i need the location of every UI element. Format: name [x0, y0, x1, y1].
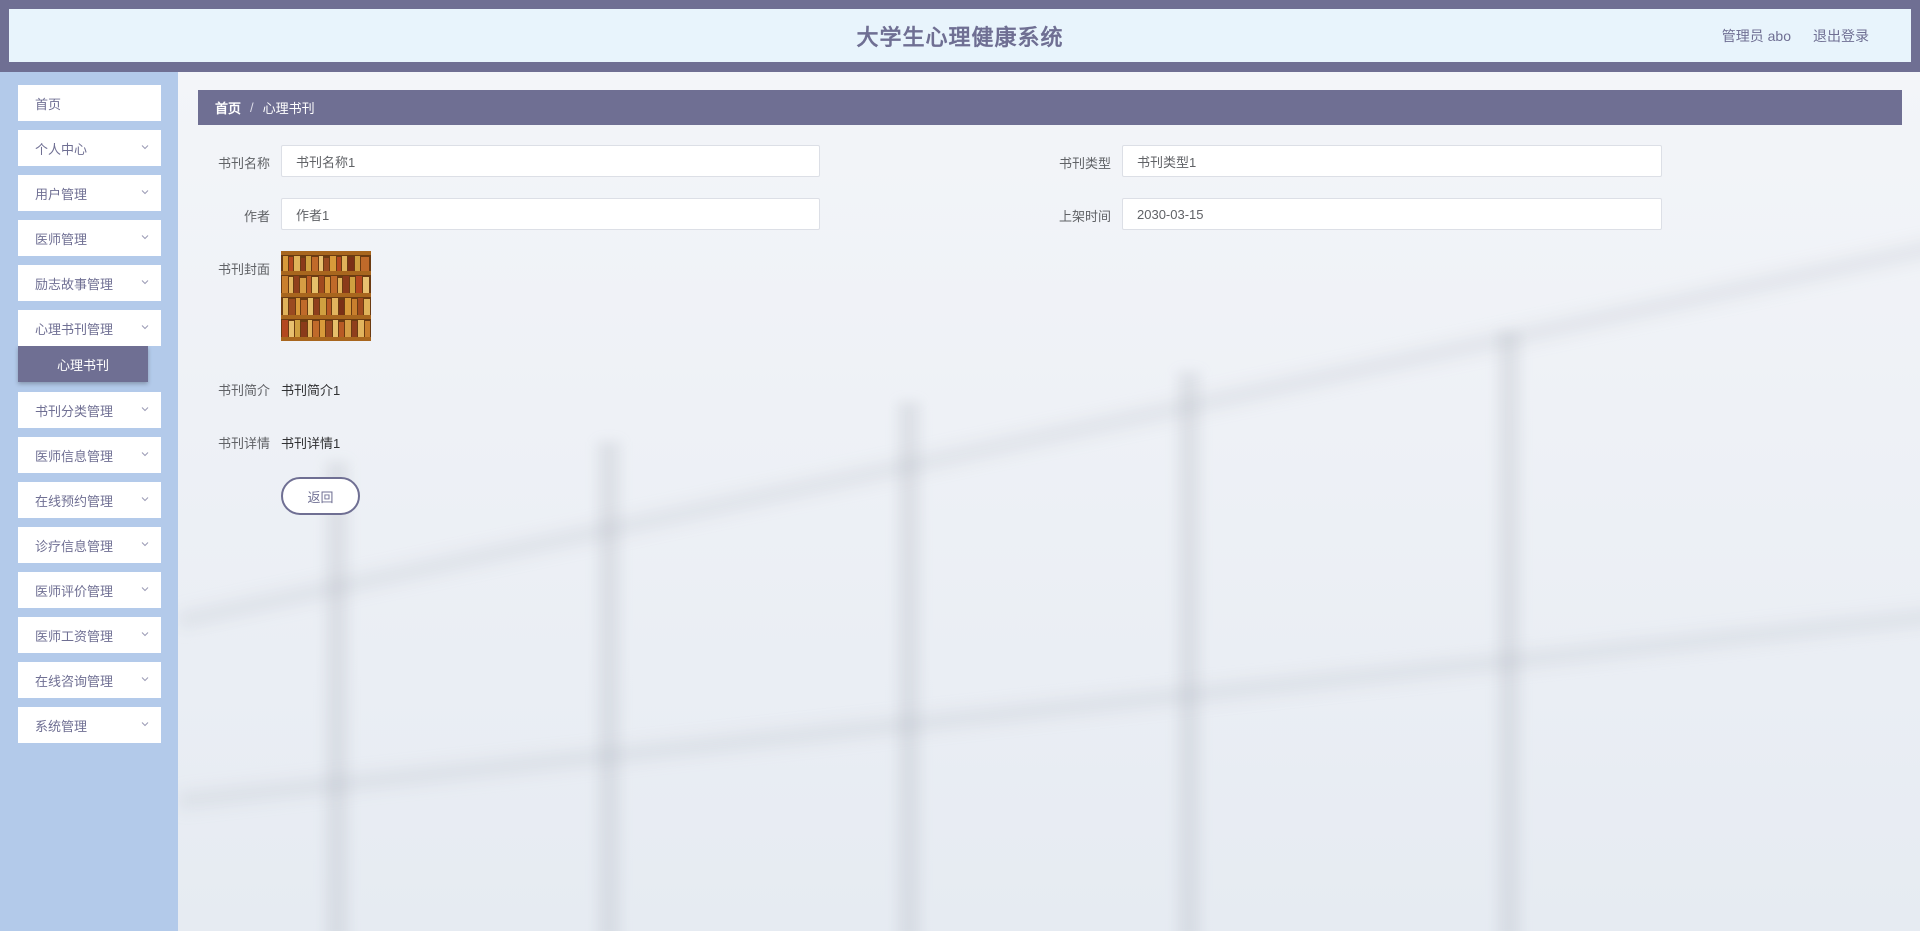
author-value: 作者1	[296, 207, 330, 223]
shelf-date-field[interactable]: 2030-03-15	[1122, 198, 1662, 230]
intro-value: 书刊简介1	[281, 383, 341, 398]
sidebar-item-label: 用户管理	[35, 186, 88, 202]
chevron-down-icon	[141, 190, 149, 195]
breadcrumb-current: 心理书刊	[262, 101, 315, 116]
author-field[interactable]: 作者1	[281, 198, 820, 230]
sidebar-item-label: 在线预约管理	[35, 493, 114, 509]
background-decoration	[1178, 372, 1200, 931]
chevron-down-icon	[141, 677, 149, 682]
chevron-down-icon	[141, 542, 149, 547]
sidebar-item-personal-center[interactable]: 个人中心	[18, 130, 161, 166]
sidebar-item-consultation-management[interactable]: 在线咨询管理	[18, 662, 161, 698]
chevron-down-icon	[141, 722, 149, 727]
header-frame: 大学生心理健康系统 管理员 abo 退出登录	[0, 0, 1920, 72]
background-decoration	[178, 237, 1920, 630]
chevron-down-icon	[141, 280, 149, 285]
sidebar-item-system-management[interactable]: 系统管理	[18, 707, 161, 743]
chevron-down-icon	[141, 145, 149, 150]
background-decoration	[178, 603, 1920, 810]
sidebar-item-book-management[interactable]: 心理书刊管理	[18, 310, 161, 346]
breadcrumb-separator: /	[250, 100, 254, 115]
sidebar-item-appointment-management[interactable]: 在线预约管理	[18, 482, 161, 518]
bookshelf-image	[281, 251, 371, 341]
chevron-down-icon	[141, 587, 149, 592]
shelf-date-value: 2030-03-15	[1137, 206, 1204, 222]
app-title: 大学生心理健康系统	[856, 24, 1064, 50]
detail-label: 书刊详情	[217, 436, 270, 451]
sidebar-subitem-books[interactable]: 心理书刊	[18, 346, 148, 382]
book-cover-image[interactable]	[281, 251, 371, 341]
sidebar-item-label: 在线咨询管理	[35, 673, 114, 689]
chevron-down-icon	[141, 497, 149, 502]
shelf-date-label: 上架时间	[1058, 209, 1111, 224]
detail-value: 书刊详情1	[281, 436, 341, 451]
book-type-field[interactable]: 书刊类型1	[1122, 145, 1662, 177]
chevron-down-icon	[141, 407, 149, 412]
book-name-field[interactable]: 书刊名称1	[281, 145, 820, 177]
chevron-down-icon	[141, 632, 149, 637]
sidebar-item-label: 书刊分类管理	[35, 403, 114, 419]
book-name-value: 书刊名称1	[296, 154, 356, 170]
sidebar-item-review-management[interactable]: 医师评价管理	[18, 572, 161, 608]
sidebar-item-user-management[interactable]: 用户管理	[18, 175, 161, 211]
top-header: 大学生心理健康系统 管理员 abo 退出登录	[9, 9, 1911, 62]
main-content: 首页 / 心理书刊 书刊名称 书刊名称1 书刊类型 书刊类型1 作者 作者1 上…	[178, 72, 1920, 931]
sidebar-item-label: 医师工资管理	[35, 628, 114, 644]
sidebar-item-label: 系统管理	[35, 718, 88, 734]
background-decoration	[326, 462, 348, 931]
sidebar-item-label: 励志故事管理	[35, 276, 114, 292]
header-user-area: 管理员 abo 退出登录	[1722, 9, 1869, 62]
intro-label: 书刊简介	[217, 383, 270, 398]
logout-link[interactable]: 退出登录	[1813, 26, 1869, 46]
breadcrumb: 首页 / 心理书刊	[198, 90, 1902, 125]
sidebar-item-home[interactable]: 首页	[18, 85, 161, 121]
sidebar-item-label: 首页	[35, 96, 62, 112]
book-type-label: 书刊类型	[1058, 156, 1111, 171]
chevron-down-icon	[141, 452, 149, 457]
sidebar: 首页 个人中心 用户管理 医师管理 励志故事管理 心理书刊管理 心理书刊 书刊分…	[0, 72, 178, 931]
sidebar-item-story-management[interactable]: 励志故事管理	[18, 265, 161, 301]
sidebar-item-label: 诊疗信息管理	[35, 538, 114, 554]
sidebar-item-label: 医师管理	[35, 231, 88, 247]
sidebar-item-book-category-management[interactable]: 书刊分类管理	[18, 392, 161, 428]
back-button[interactable]: 返回	[281, 477, 360, 515]
breadcrumb-home[interactable]: 首页	[215, 98, 241, 117]
sidebar-item-label: 医师信息管理	[35, 448, 114, 464]
background-decoration	[898, 402, 920, 931]
background-decoration	[598, 442, 620, 931]
cover-label: 书刊封面	[217, 262, 270, 277]
author-label: 作者	[243, 209, 270, 224]
chevron-down-icon	[141, 235, 149, 240]
background-decoration	[1498, 332, 1520, 931]
chevron-down-icon	[141, 325, 149, 330]
sidebar-item-salary-management[interactable]: 医师工资管理	[18, 617, 161, 653]
current-user-label[interactable]: 管理员 abo	[1722, 26, 1791, 46]
sidebar-item-physician-info-management[interactable]: 医师信息管理	[18, 437, 161, 473]
sidebar-item-physician-management[interactable]: 医师管理	[18, 220, 161, 256]
sidebar-item-label: 心理书刊管理	[35, 321, 114, 337]
sidebar-item-diagnosis-management[interactable]: 诊疗信息管理	[18, 527, 161, 563]
sidebar-item-label: 个人中心	[35, 141, 88, 157]
book-name-label: 书刊名称	[217, 156, 270, 171]
book-type-value: 书刊类型1	[1137, 154, 1197, 170]
sidebar-item-label: 医师评价管理	[35, 583, 114, 599]
